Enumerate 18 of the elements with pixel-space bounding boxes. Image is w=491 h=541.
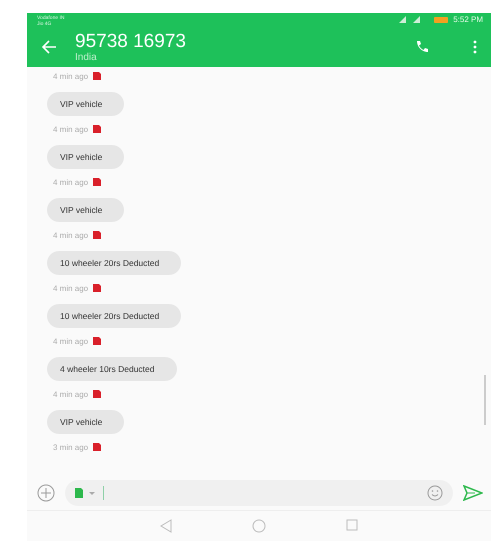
message-time: 4 min ago	[53, 336, 88, 346]
message-time: 4 min ago	[53, 178, 88, 186]
message-bubble[interactable]: VIP vehicle	[47, 198, 124, 222]
clock-time: 5:52 PM	[453, 15, 483, 24]
message-bubble[interactable]: VIP vehicle	[47, 92, 124, 116]
message-time: 4 min ago	[53, 230, 88, 240]
message-time: 4 min ago	[53, 284, 88, 292]
message-bubble[interactable]: VIP vehicle	[47, 410, 124, 434]
message-time: 4 min ago	[53, 390, 88, 398]
message-bubble[interactable]: 10 wheeler 20rs Deducted	[47, 304, 182, 328]
contact-number: 95738 16973	[75, 31, 187, 52]
message-time: 4 min ago	[53, 72, 88, 80]
contact-country: India	[75, 52, 98, 63]
message-time: 4 min ago	[53, 124, 88, 134]
message-bubble[interactable]: 4 wheeler 10rs Deducted	[47, 357, 177, 381]
message-bubble[interactable]: VIP vehicle	[47, 145, 124, 169]
message-time: 3 min ago	[53, 442, 88, 452]
message-bubble[interactable]: 10 wheeler 20rs Deducted	[47, 251, 182, 275]
